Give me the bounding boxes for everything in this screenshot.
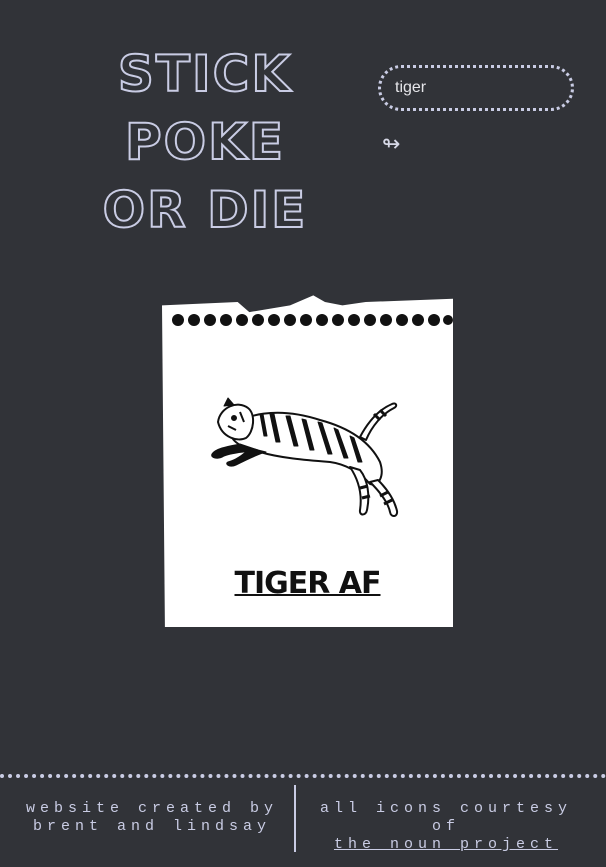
- footer-attribution-line1: all icons courtesy of: [319, 800, 573, 835]
- footer-credits-line2: brent and lindsay: [32, 818, 272, 835]
- footer-dotted-divider: [0, 774, 606, 778]
- card-caption: TIGER AF: [234, 566, 382, 601]
- footer-credits: website created by brent and lindsay: [12, 800, 292, 836]
- footer-credits-line1: website created by: [25, 800, 279, 817]
- site-title: STICK POKE OR DIE: [40, 40, 370, 244]
- site-title-line2: OR DIE: [102, 180, 308, 240]
- notepad-page: TIGER AF: [162, 295, 453, 627]
- tiger-leaping-icon: [211, 397, 399, 517]
- notepad-holes: [172, 314, 453, 326]
- noun-project-link[interactable]: the noun project: [306, 836, 586, 854]
- tiger-card: TIGER AF: [158, 278, 456, 630]
- site-title-line1: STICK POKE: [117, 44, 293, 172]
- footer-vertical-divider: [294, 785, 296, 852]
- shuffle-arrows-icon[interactable]: ↬: [382, 130, 412, 160]
- search-input[interactable]: [378, 65, 574, 111]
- footer-attribution: all icons courtesy of the noun project: [306, 800, 586, 854]
